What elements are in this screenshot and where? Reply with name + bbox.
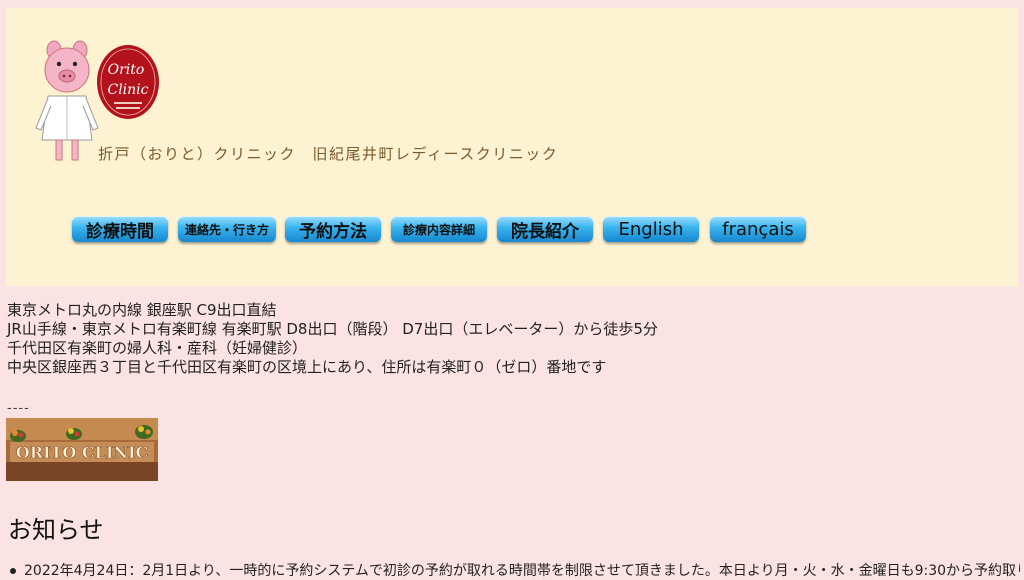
bullet-icon bbox=[10, 568, 16, 574]
site-header: Orito Clinic 折戸（おりと）クリニック 旧紀尾井町レディースクリニッ… bbox=[6, 8, 1018, 286]
news-item: 2022年4月24日：2月1日より、一時的に予約システムで初診の予約が取れる時間… bbox=[10, 560, 1020, 580]
access-line-specialty: 千代田区有楽町の婦人科・産科（妊婦健診） bbox=[7, 339, 308, 357]
nav-button-english[interactable]: English bbox=[603, 216, 699, 242]
news-heading: お知らせ bbox=[8, 516, 104, 544]
access-line-jr: JR山手線・東京メトロ有楽町線 有楽町駅 D8出口（階段） D7出口（エレベータ… bbox=[7, 320, 658, 338]
nav-button-reservation[interactable]: 予約方法 bbox=[285, 216, 381, 242]
nav-button-contact-access[interactable]: 連絡先・行き方 bbox=[178, 216, 276, 242]
nav-button-francais[interactable]: français bbox=[710, 216, 806, 242]
access-line-address: 中央区銀座西３丁目と千代田区有楽町の区境上にあり、住所は有楽町０（ゼロ）番地です bbox=[7, 358, 607, 376]
nav-button-director[interactable]: 院長紹介 bbox=[497, 216, 593, 242]
access-info: 東京メトロ丸の内線 銀座駅 C9出口直結 JR山手線・東京メトロ有楽町線 有楽町… bbox=[7, 301, 658, 377]
clinic-sign-photo: ORITO CLINIC bbox=[6, 418, 158, 481]
clinic-subtitle: 折戸（おりと）クリニック 旧紀尾井町レディースクリニック bbox=[98, 145, 559, 163]
nav-button-hours[interactable]: 診療時間 bbox=[72, 216, 168, 242]
divider: ---- bbox=[7, 401, 30, 416]
orito-clinic-logo: Orito Clinic bbox=[97, 45, 159, 119]
news-item-text: 2022年4月24日：2月1日より、一時的に予約システムで初診の予約が取れる時間… bbox=[24, 563, 1020, 579]
nav-button-treatment-details[interactable]: 診療内容詳細 bbox=[391, 216, 487, 242]
clinic-sign-text: ORITO CLINIC bbox=[16, 443, 148, 462]
svg-text:Orito: Orito bbox=[108, 62, 145, 78]
pig-doctor-mascot-icon bbox=[35, 40, 99, 161]
svg-text:Clinic: Clinic bbox=[107, 82, 148, 98]
access-line-subway: 東京メトロ丸の内線 銀座駅 C9出口直結 bbox=[7, 301, 277, 319]
